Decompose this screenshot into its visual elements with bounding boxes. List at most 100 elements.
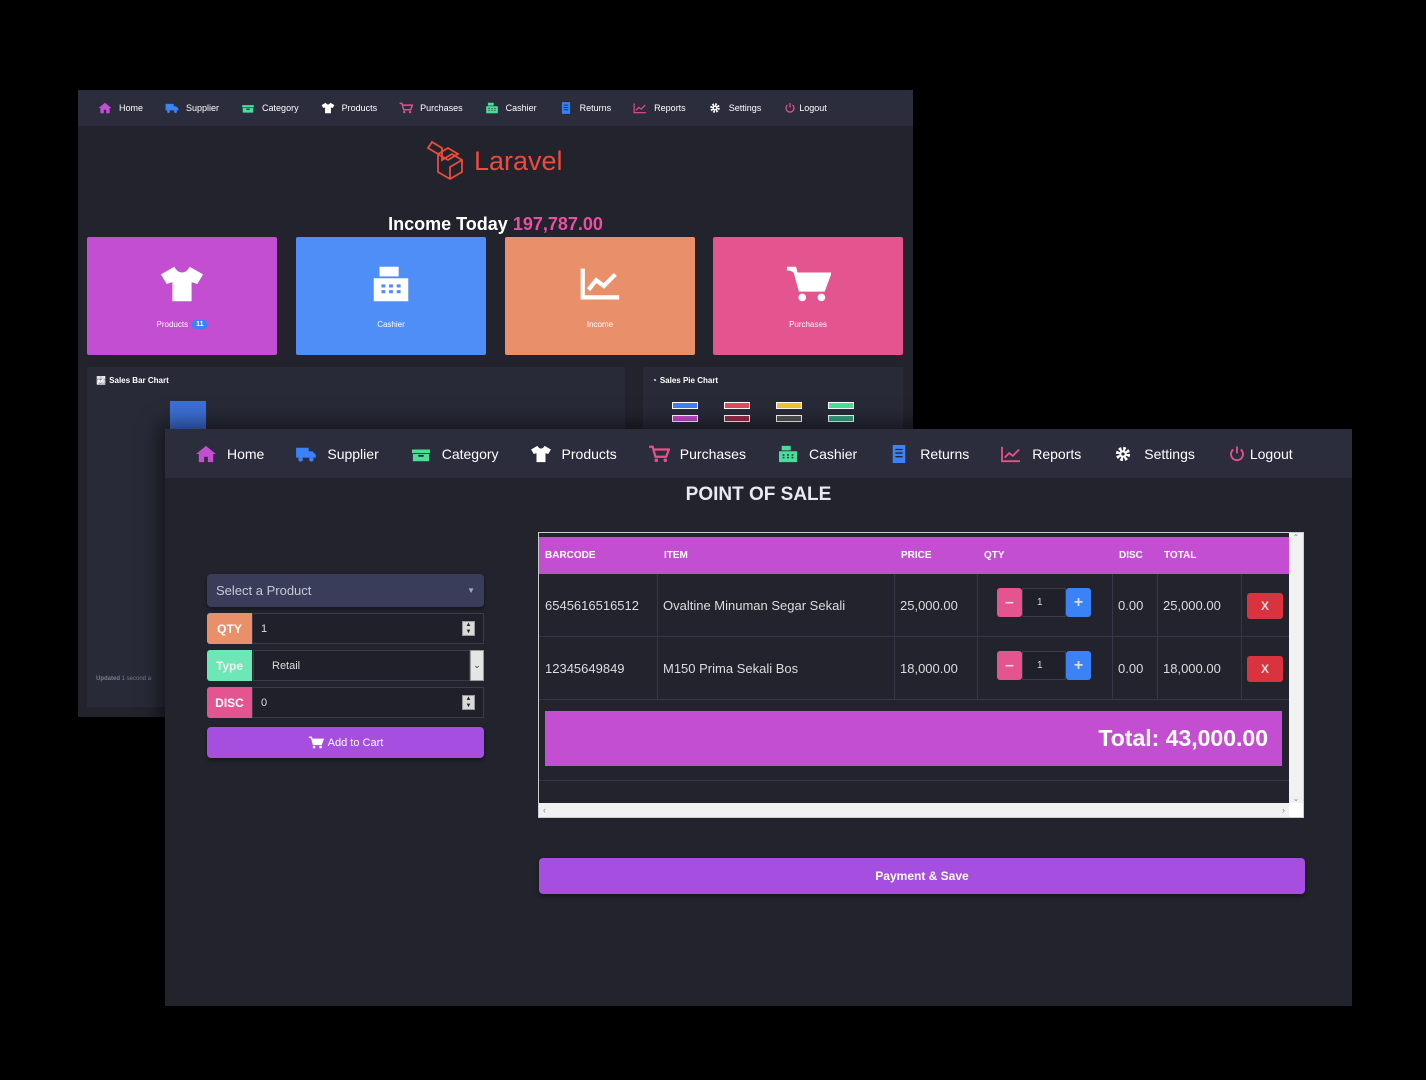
pos-window: Home Supplier Category Products Purchase… [165,429,1352,1006]
add-to-cart-button[interactable]: Add to Cart [207,727,484,758]
nav-reports[interactable]: Reports [633,102,686,114]
nav-returns[interactable]: Returns [888,444,969,463]
scroll-left-icon[interactable]: ‹ [543,805,546,815]
power-icon [783,102,797,114]
page-title: POINT OF SALE [685,484,832,505]
table-row: 6545616516512 Ovaltine Minuman Segar Sek… [539,574,1289,637]
decrease-qty-button[interactable]: – [997,588,1022,617]
vertical-scrollbar[interactable]: ⌃ ⌄ [1289,533,1303,803]
spinner-icon[interactable]: ▲ ▼ [462,621,475,636]
nav-home[interactable]: Home [195,445,264,463]
tile-purchases[interactable]: Purchases [713,237,903,355]
nav-label: Category [262,103,299,113]
increase-qty-button[interactable]: + [1066,588,1091,617]
divider [977,637,978,700]
action-cell: X [1241,637,1289,700]
nav-products[interactable]: Products [321,102,378,114]
qty-value[interactable]: 1 [1022,588,1066,617]
remove-item-button[interactable]: X [1247,592,1283,619]
qty-input[interactable]: 1 ▲ ▼ [252,613,484,644]
disc-input[interactable]: 0 ▲ ▼ [252,687,484,718]
nav-category[interactable]: Category [410,445,499,463]
nav-logout[interactable]: Logout [1226,445,1293,463]
item-cell: M150 Prima Sekali Bos [663,661,799,676]
pie-chart-icon: ◔ [652,376,657,385]
pie-chart-title: Sales Pie Chart [659,376,719,385]
product-select[interactable]: Select a Product ▼ [207,574,484,607]
type-select[interactable]: Retail ⌄ [253,650,484,681]
nav-products[interactable]: Products [530,445,617,463]
scroll-right-icon[interactable]: › [1282,805,1285,815]
tile-products[interactable]: Products 11 [87,237,277,355]
nav-label: Products [341,103,378,113]
boxes-icon [410,445,432,463]
document-icon [559,102,573,114]
nav-label: Purchases [679,445,746,462]
nav-label: Settings [1144,445,1195,462]
cash-register-icon [485,102,499,114]
barcode-cell: 6545616516512 [545,598,639,613]
scroll-up-icon[interactable]: ⌃ [1293,533,1300,542]
legend-swatch [672,415,698,422]
tile-cashier[interactable]: Cashier [296,237,486,355]
nav-category[interactable]: Category [241,102,299,114]
nav-reports[interactable]: Reports [1000,445,1081,463]
legend-swatch [724,402,750,409]
nav-label: Purchases [420,103,463,113]
increase-qty-button[interactable]: + [1066,651,1091,680]
divider [539,780,1289,781]
tshirt-icon [160,266,204,301]
laravel-icon [426,140,463,181]
total-cell: 25,000.00 [1163,598,1221,613]
boxes-icon [241,102,255,114]
nav-home[interactable]: Home [98,102,143,114]
item-cell: Ovaltine Minuman Segar Sekali [663,598,846,613]
chart-line-icon [580,268,620,300]
nav-purchases[interactable]: Purchases [648,445,746,463]
horizontal-scrollbar[interactable]: ‹ › [539,803,1289,817]
nav-purchases[interactable]: Purchases [399,102,463,114]
nav-settings[interactable]: Settings [708,102,762,114]
income-label: Income Today [388,214,508,234]
nav-label: Logout [799,103,827,113]
scroll-down-icon[interactable]: ⌄ [1293,794,1300,803]
disc-cell: 0.00 [1118,661,1144,676]
legend-swatch [672,402,698,409]
power-icon [1226,445,1248,463]
column-header: ITEM [664,550,688,561]
nav-label: Settings [728,103,762,113]
tile-label: Purchases [789,319,827,329]
cart-table: BARCODE ITEM PRICE QTY DISC TOTAL 654561… [539,533,1289,803]
spinner-icon[interactable]: ▲ ▼ [462,695,475,710]
updated-text: 1 second a [121,676,152,682]
nav-cashier[interactable]: Cashier [485,102,537,114]
nav-cashier[interactable]: Cashier [777,445,857,463]
nav-supplier[interactable]: Supplier [295,445,379,463]
chevron-down-icon[interactable]: ⌄ [470,650,484,681]
disc-input-value: 0 [261,696,268,709]
gear-icon [708,102,722,114]
nav-settings[interactable]: Settings [1112,445,1195,463]
truck-icon [295,445,317,463]
qty-value[interactable]: 1 [1022,651,1066,680]
payment-save-button[interactable]: Payment & Save [539,858,1305,894]
nav-label: Reports [654,103,686,113]
type-select-value: Retail [253,650,470,681]
nav-logout[interactable]: Logout [783,102,827,114]
nav-returns[interactable]: Returns [559,102,611,114]
remove-item-button[interactable]: X [1247,655,1283,682]
column-header: PRICE [901,550,932,561]
income-today: Income Today 197,787.00 [78,214,913,235]
nav-label: Home [119,103,144,113]
price-cell: 25,000.00 [900,598,958,613]
home-icon [195,445,217,463]
decrease-qty-button[interactable]: – [997,651,1022,680]
cart-icon [648,445,670,463]
nav-supplier[interactable]: Supplier [165,102,219,114]
tile-income[interactable]: Income [505,237,695,355]
qty-input-value: 1 [261,622,268,635]
nav-label: Home [227,445,265,462]
sales-pie-chart-panel: ◔ Sales Pie Chart [643,367,903,429]
cart-table-container: BARCODE ITEM PRICE QTY DISC TOTAL 654561… [538,532,1304,818]
home-icon [98,102,112,114]
